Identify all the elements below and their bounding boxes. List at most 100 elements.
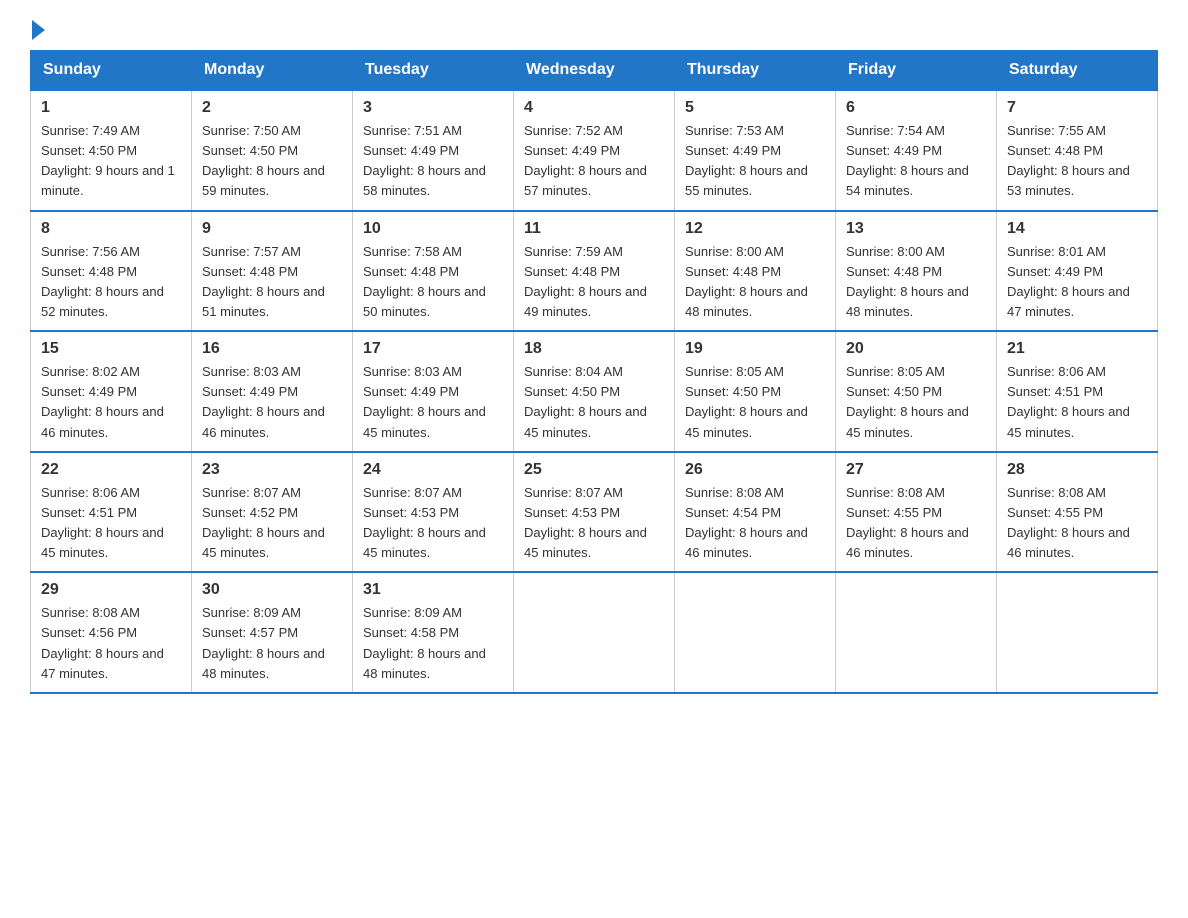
day-number: 1 [41, 99, 181, 117]
calendar-cell: 21 Sunrise: 8:06 AMSunset: 4:51 PMDayligh… [997, 331, 1158, 452]
day-number: 10 [363, 220, 503, 238]
calendar-week-row: 22 Sunrise: 8:06 AMSunset: 4:51 PMDayligh… [31, 452, 1158, 573]
calendar-cell: 23 Sunrise: 8:07 AMSunset: 4:52 PMDayligh… [192, 452, 353, 573]
day-number: 8 [41, 220, 181, 238]
calendar-header-thursday: Thursday [675, 51, 836, 91]
day-number: 11 [524, 220, 664, 238]
day-info: Sunrise: 7:50 AMSunset: 4:50 PMDaylight:… [202, 121, 342, 202]
day-number: 26 [685, 461, 825, 479]
day-info: Sunrise: 8:05 AMSunset: 4:50 PMDaylight:… [685, 362, 825, 443]
calendar-header-tuesday: Tuesday [353, 51, 514, 91]
day-info: Sunrise: 8:05 AMSunset: 4:50 PMDaylight:… [846, 362, 986, 443]
day-info: Sunrise: 8:07 AMSunset: 4:53 PMDaylight:… [524, 483, 664, 564]
day-info: Sunrise: 8:04 AMSunset: 4:50 PMDaylight:… [524, 362, 664, 443]
day-info: Sunrise: 7:54 AMSunset: 4:49 PMDaylight:… [846, 121, 986, 202]
calendar-header-saturday: Saturday [997, 51, 1158, 91]
calendar-cell: 10Sunrise: 7:58 AMSunset: 4:48 PMDayligh… [353, 211, 514, 332]
calendar-header-row: SundayMondayTuesdayWednesdayThursdayFrid… [31, 51, 1158, 91]
day-info: Sunrise: 8:03 AMSunset: 4:49 PMDaylight:… [363, 362, 503, 443]
day-number: 21 [1007, 340, 1147, 358]
day-number: 29 [41, 581, 181, 599]
day-info: Sunrise: 8:09 AMSunset: 4:58 PMDaylight:… [363, 603, 503, 684]
day-number: 20 [846, 340, 986, 358]
calendar-cell: 19Sunrise: 8:05 AMSunset: 4:50 PMDayligh… [675, 331, 836, 452]
day-info: Sunrise: 8:09 AMSunset: 4:57 PMDaylight:… [202, 603, 342, 684]
calendar-cell: 11 Sunrise: 7:59 AMSunset: 4:48 PMDayligh… [514, 211, 675, 332]
day-info: Sunrise: 7:53 AMSunset: 4:49 PMDaylight:… [685, 121, 825, 202]
day-info: Sunrise: 8:08 AMSunset: 4:55 PMDaylight:… [1007, 483, 1147, 564]
day-info: Sunrise: 8:08 AMSunset: 4:56 PMDaylight:… [41, 603, 181, 684]
calendar-cell: 27 Sunrise: 8:08 AMSunset: 4:55 PMDayligh… [836, 452, 997, 573]
calendar-cell: 18Sunrise: 8:04 AMSunset: 4:50 PMDayligh… [514, 331, 675, 452]
calendar-cell [836, 572, 997, 693]
calendar-header-wednesday: Wednesday [514, 51, 675, 91]
calendar-header-monday: Monday [192, 51, 353, 91]
calendar-week-row: 15 Sunrise: 8:02 AMSunset: 4:49 PMDayligh… [31, 331, 1158, 452]
day-info: Sunrise: 8:00 AMSunset: 4:48 PMDaylight:… [685, 242, 825, 323]
calendar-cell: 3 Sunrise: 7:51 AMSunset: 4:49 PMDaylight… [353, 90, 514, 211]
calendar-cell: 2 Sunrise: 7:50 AMSunset: 4:50 PMDaylight… [192, 90, 353, 211]
page-header [30, 20, 1158, 40]
calendar-cell: 16 Sunrise: 8:03 AMSunset: 4:49 PMDayligh… [192, 331, 353, 452]
day-info: Sunrise: 8:03 AMSunset: 4:49 PMDaylight:… [202, 362, 342, 443]
day-info: Sunrise: 7:51 AMSunset: 4:49 PMDaylight:… [363, 121, 503, 202]
calendar-cell [997, 572, 1158, 693]
logo-triangle-icon [32, 20, 45, 40]
calendar-cell: 30 Sunrise: 8:09 AMSunset: 4:57 PMDayligh… [192, 572, 353, 693]
calendar-cell: 26 Sunrise: 8:08 AMSunset: 4:54 PMDayligh… [675, 452, 836, 573]
calendar-cell: 4 Sunrise: 7:52 AMSunset: 4:49 PMDaylight… [514, 90, 675, 211]
calendar-cell: 1 Sunrise: 7:49 AMSunset: 4:50 PMDaylight… [31, 90, 192, 211]
calendar-cell: 9Sunrise: 7:57 AMSunset: 4:48 PMDaylight… [192, 211, 353, 332]
day-number: 5 [685, 99, 825, 117]
day-info: Sunrise: 8:08 AMSunset: 4:55 PMDaylight:… [846, 483, 986, 564]
day-info: Sunrise: 8:07 AMSunset: 4:53 PMDaylight:… [363, 483, 503, 564]
calendar-cell: 13 Sunrise: 8:00 AMSunset: 4:48 PMDayligh… [836, 211, 997, 332]
calendar-cell: 29 Sunrise: 8:08 AMSunset: 4:56 PMDayligh… [31, 572, 192, 693]
day-number: 2 [202, 99, 342, 117]
day-number: 22 [41, 461, 181, 479]
day-number: 28 [1007, 461, 1147, 479]
day-info: Sunrise: 8:00 AMSunset: 4:48 PMDaylight:… [846, 242, 986, 323]
calendar-cell: 22 Sunrise: 8:06 AMSunset: 4:51 PMDayligh… [31, 452, 192, 573]
day-info: Sunrise: 8:01 AMSunset: 4:49 PMDaylight:… [1007, 242, 1147, 323]
day-number: 7 [1007, 99, 1147, 117]
calendar-cell: 6Sunrise: 7:54 AMSunset: 4:49 PMDaylight… [836, 90, 997, 211]
logo [30, 20, 45, 40]
day-number: 17 [363, 340, 503, 358]
calendar-week-row: 29 Sunrise: 8:08 AMSunset: 4:56 PMDayligh… [31, 572, 1158, 693]
day-number: 31 [363, 581, 503, 599]
calendar-cell: 7 Sunrise: 7:55 AMSunset: 4:48 PMDaylight… [997, 90, 1158, 211]
day-number: 16 [202, 340, 342, 358]
day-number: 27 [846, 461, 986, 479]
day-number: 13 [846, 220, 986, 238]
day-info: Sunrise: 8:06 AMSunset: 4:51 PMDaylight:… [1007, 362, 1147, 443]
day-number: 4 [524, 99, 664, 117]
day-number: 15 [41, 340, 181, 358]
day-info: Sunrise: 7:49 AMSunset: 4:50 PMDaylight:… [41, 121, 181, 202]
calendar-cell: 28 Sunrise: 8:08 AMSunset: 4:55 PMDayligh… [997, 452, 1158, 573]
day-number: 12 [685, 220, 825, 238]
calendar-cell: 12 Sunrise: 8:00 AMSunset: 4:48 PMDayligh… [675, 211, 836, 332]
day-info: Sunrise: 7:59 AMSunset: 4:48 PMDaylight:… [524, 242, 664, 323]
day-info: Sunrise: 7:57 AMSunset: 4:48 PMDaylight:… [202, 242, 342, 323]
day-info: Sunrise: 7:55 AMSunset: 4:48 PMDaylight:… [1007, 121, 1147, 202]
day-info: Sunrise: 8:08 AMSunset: 4:54 PMDaylight:… [685, 483, 825, 564]
calendar-week-row: 1 Sunrise: 7:49 AMSunset: 4:50 PMDaylight… [31, 90, 1158, 211]
calendar-cell: 15 Sunrise: 8:02 AMSunset: 4:49 PMDayligh… [31, 331, 192, 452]
calendar-week-row: 8Sunrise: 7:56 AMSunset: 4:48 PMDaylight… [31, 211, 1158, 332]
day-number: 23 [202, 461, 342, 479]
calendar-cell [675, 572, 836, 693]
day-number: 30 [202, 581, 342, 599]
day-info: Sunrise: 8:02 AMSunset: 4:49 PMDaylight:… [41, 362, 181, 443]
calendar-table: SundayMondayTuesdayWednesdayThursdayFrid… [30, 50, 1158, 694]
calendar-cell: 8Sunrise: 7:56 AMSunset: 4:48 PMDaylight… [31, 211, 192, 332]
day-info: Sunrise: 8:07 AMSunset: 4:52 PMDaylight:… [202, 483, 342, 564]
day-number: 24 [363, 461, 503, 479]
day-info: Sunrise: 7:52 AMSunset: 4:49 PMDaylight:… [524, 121, 664, 202]
calendar-cell [514, 572, 675, 693]
day-number: 25 [524, 461, 664, 479]
day-info: Sunrise: 8:06 AMSunset: 4:51 PMDaylight:… [41, 483, 181, 564]
calendar-header-friday: Friday [836, 51, 997, 91]
day-number: 3 [363, 99, 503, 117]
day-number: 14 [1007, 220, 1147, 238]
